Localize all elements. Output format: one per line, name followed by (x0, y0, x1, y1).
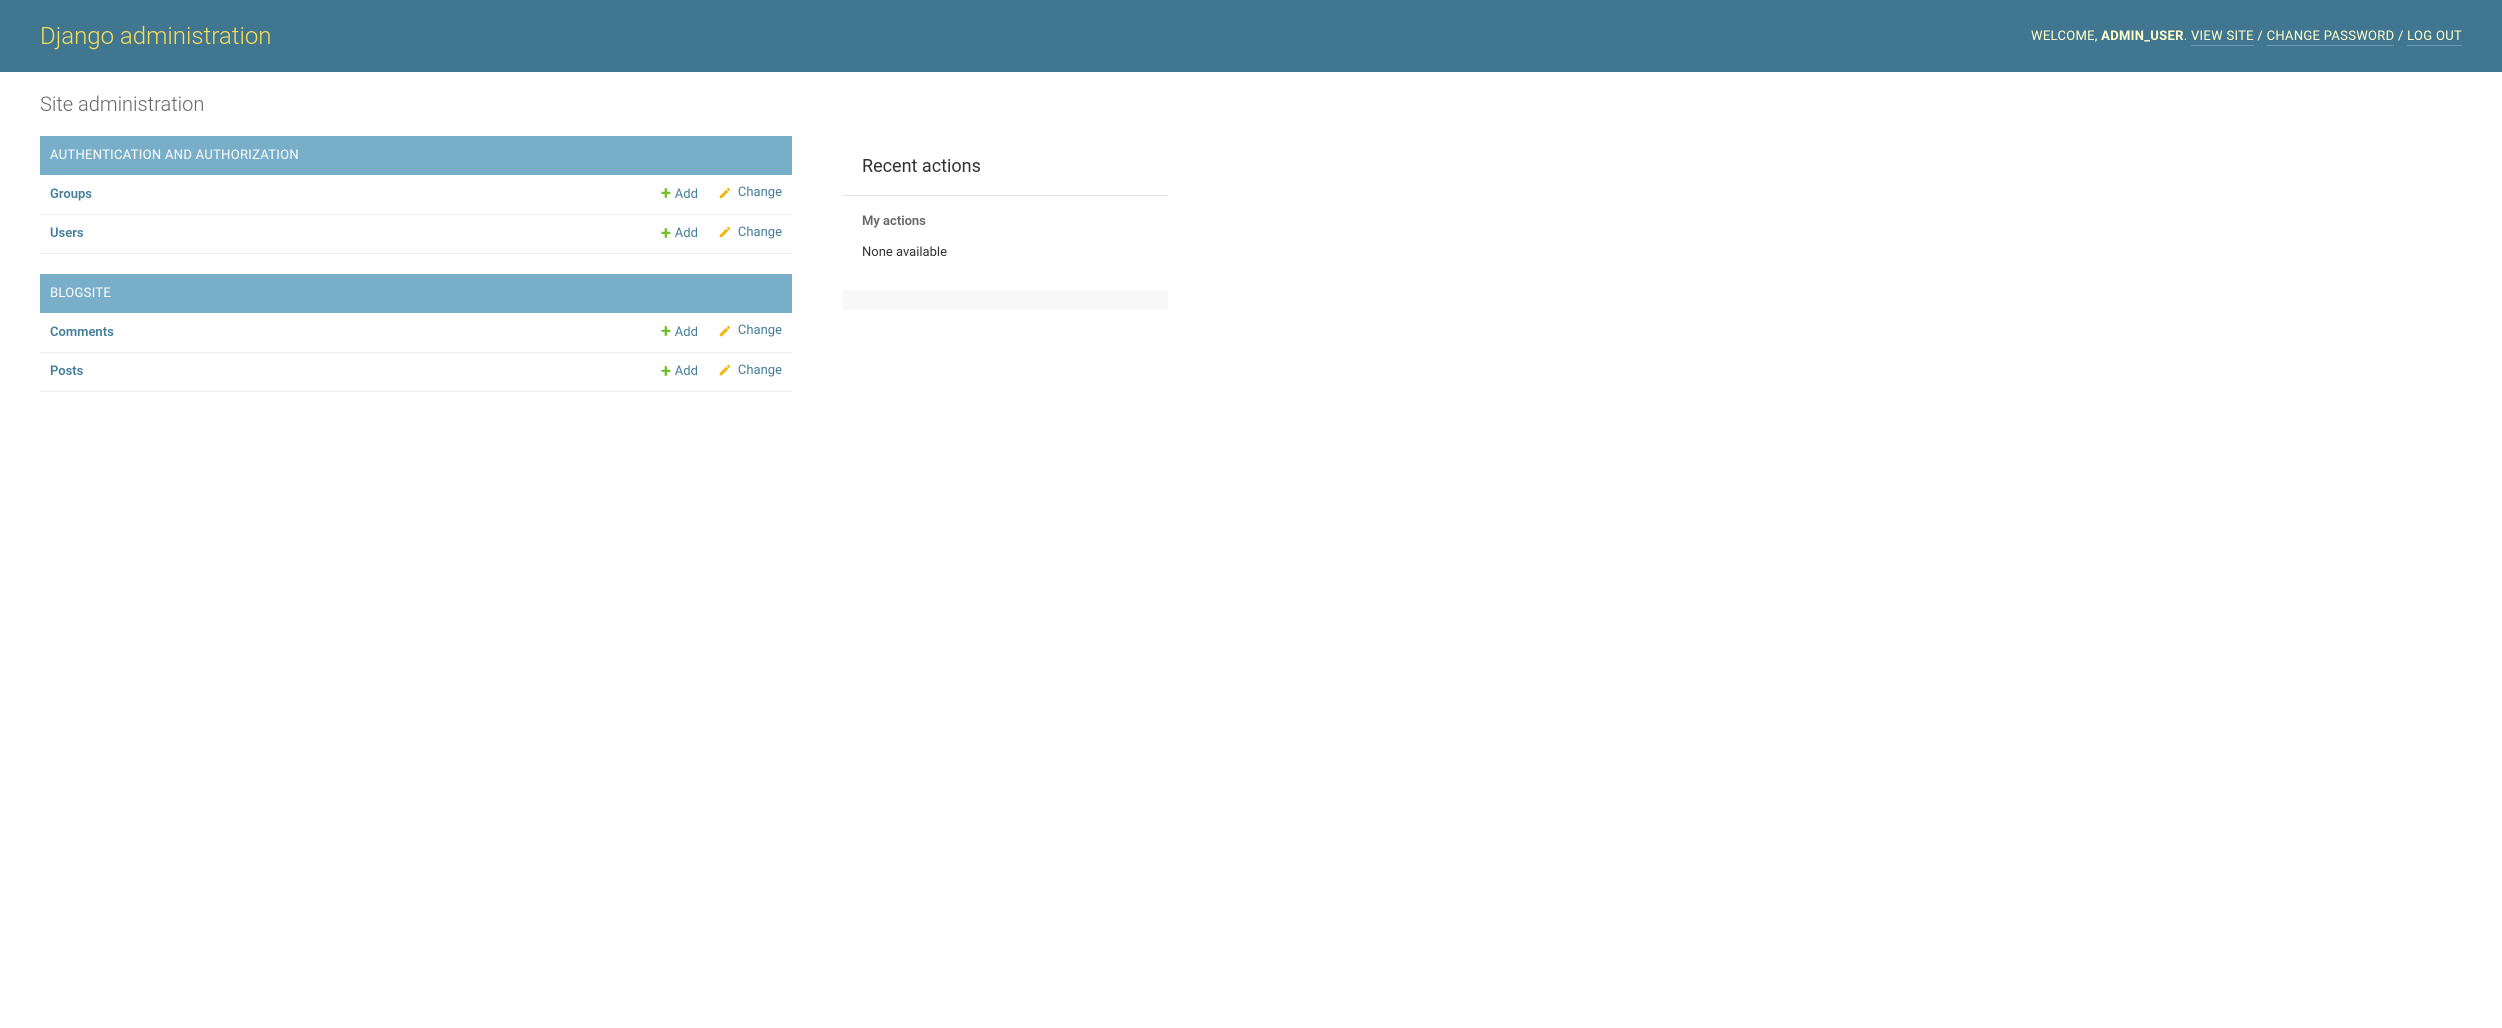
change-label: Change (738, 323, 782, 338)
welcome-text: WELCOME, (2031, 29, 2101, 44)
view-site-link[interactable]: VIEW SITE (2191, 29, 2254, 46)
add-label: Add (675, 325, 698, 340)
branding-link[interactable]: Django administration (40, 22, 272, 50)
period: . (2184, 29, 2191, 44)
my-actions-heading: My actions (842, 196, 1168, 237)
content: Site administration AUTHENTICATION AND A… (0, 72, 2502, 432)
username: ADMIN_USER (2101, 29, 2184, 44)
model-link-users[interactable]: Users (50, 226, 84, 241)
logout-link[interactable]: LOG OUT (2407, 29, 2462, 46)
user-tools: WELCOME, ADMIN_USER. VIEW SITE / CHANGE … (2031, 29, 2462, 44)
change-label: Change (738, 185, 782, 200)
app-module-auth: AUTHENTICATION AND AUTHORIZATION Groups … (40, 136, 792, 254)
model-row-posts: Posts Add Change (40, 352, 792, 392)
model-row-groups: Groups Add Change (40, 175, 792, 214)
add-link-users[interactable]: Add (661, 225, 698, 243)
page-title: Site administration (40, 92, 2462, 116)
app-link-auth[interactable]: AUTHENTICATION AND AUTHORIZATION (50, 148, 299, 163)
separator: / (2254, 29, 2267, 44)
add-link-comments[interactable]: Add (661, 323, 698, 341)
change-label: Change (738, 363, 782, 378)
recent-actions-heading: Recent actions (842, 136, 1168, 196)
add-label: Add (675, 364, 698, 379)
model-row-comments: Comments Add Change (40, 313, 792, 352)
add-link-groups[interactable]: Add (661, 185, 698, 203)
model-link-comments[interactable]: Comments (50, 325, 114, 340)
change-link-posts[interactable]: Change (718, 363, 782, 378)
add-label: Add (675, 187, 698, 202)
app-caption-blogsite: BLOGSITE (40, 274, 792, 313)
change-link-groups[interactable]: Change (718, 185, 782, 200)
change-label: Change (738, 225, 782, 240)
change-link-comments[interactable]: Change (718, 323, 782, 338)
model-link-posts[interactable]: Posts (50, 364, 83, 379)
branding: Django administration (40, 22, 272, 50)
content-related: Recent actions My actions None available (842, 136, 1168, 310)
none-available-text: None available (842, 237, 1168, 290)
app-module-blogsite: BLOGSITE Comments Add Change Posts Add C… (40, 274, 792, 392)
separator: / (2394, 29, 2407, 44)
model-row-users: Users Add Change (40, 214, 792, 254)
change-password-link[interactable]: CHANGE PASSWORD (2267, 29, 2395, 46)
app-link-blogsite[interactable]: BLOGSITE (50, 286, 111, 301)
app-caption-auth: AUTHENTICATION AND AUTHORIZATION (40, 136, 792, 175)
add-link-posts[interactable]: Add (661, 363, 698, 381)
recent-actions-module: Recent actions My actions None available (842, 136, 1168, 290)
change-link-users[interactable]: Change (718, 225, 782, 240)
model-link-groups[interactable]: Groups (50, 187, 92, 202)
content-main: AUTHENTICATION AND AUTHORIZATION Groups … (40, 136, 792, 412)
header: Django administration WELCOME, ADMIN_USE… (0, 0, 2502, 72)
add-label: Add (675, 226, 698, 241)
